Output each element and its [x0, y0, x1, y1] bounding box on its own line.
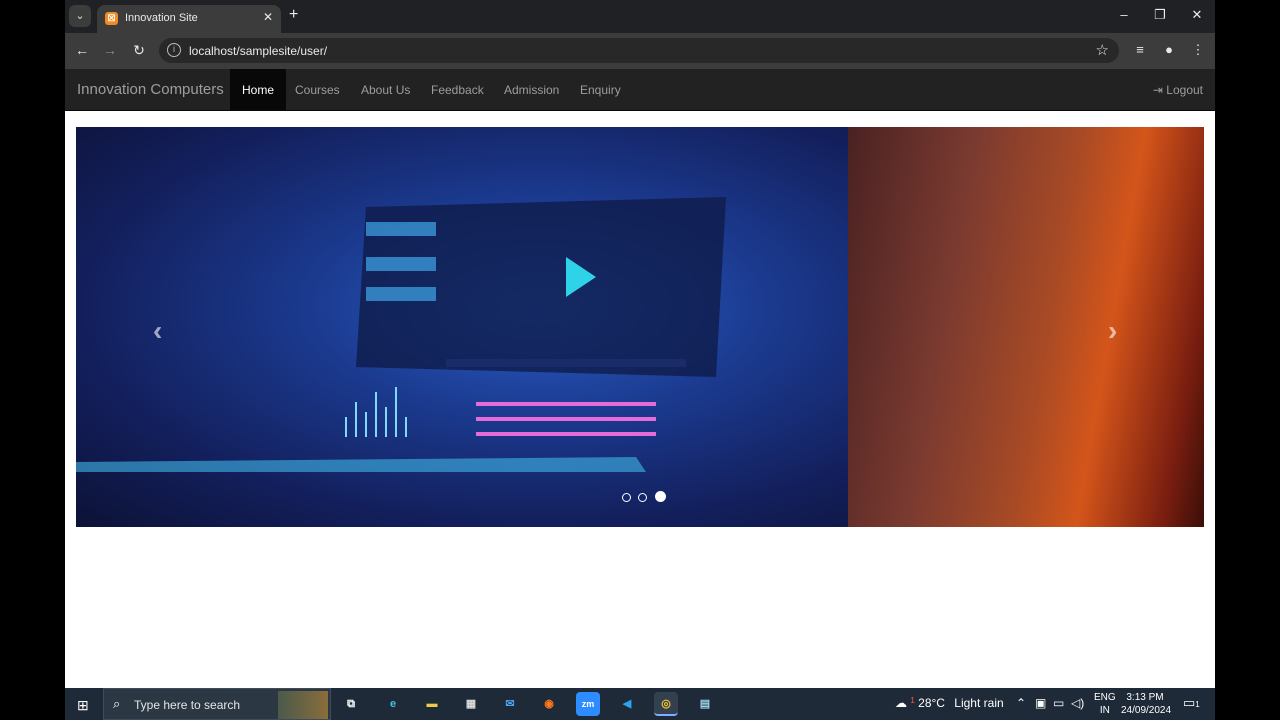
- logout-icon: ⇥: [1152, 83, 1167, 97]
- volume-icon[interactable]: ◁): [1071, 696, 1084, 710]
- task-view-icon[interactable]: ⧉: [339, 692, 363, 716]
- tech-illustration: [76, 197, 726, 472]
- carousel-indicator-2[interactable]: [638, 493, 648, 502]
- carousel-indicators: [622, 489, 669, 507]
- clock-time: 3:13 PM: [1126, 692, 1164, 703]
- tab-close-icon[interactable]: ✕: [263, 10, 273, 24]
- profile-icon[interactable]: ●: [1160, 42, 1178, 57]
- url-text[interactable]: localhost/samplesite/user/: [189, 44, 327, 58]
- site-navbar: Innovation Computers Home Courses About …: [65, 69, 1215, 111]
- nav-admission[interactable]: Admission: [492, 69, 571, 111]
- tab-title: Innovation Site: [125, 12, 198, 24]
- site-info-icon[interactable]: i: [167, 43, 181, 57]
- search-icon: ⌕: [113, 696, 121, 711]
- forward-icon[interactable]: →: [101, 42, 119, 58]
- xampp-icon: ☒: [105, 12, 118, 25]
- new-tab-icon[interactable]: +: [289, 6, 298, 24]
- clock-date: 24/09/2024: [1121, 705, 1172, 716]
- logout-link[interactable]: ⇥ Logout: [1153, 69, 1203, 111]
- carousel-slide-tech: [76, 127, 848, 527]
- windows-start-icon[interactable]: ⊞: [77, 697, 89, 714]
- weather-badge: 1: [910, 696, 915, 705]
- file-explorer-icon[interactable]: ▬: [420, 692, 444, 716]
- nav-courses[interactable]: Courses: [283, 69, 352, 111]
- carousel-slide-next-preview: [848, 127, 1204, 527]
- nav-feedback[interactable]: Feedback: [419, 69, 496, 111]
- tray-overflow-icon[interactable]: ⌃: [1016, 696, 1026, 710]
- menu-kebab-icon[interactable]: ⋮: [1189, 42, 1207, 58]
- reload-icon[interactable]: ↻: [130, 42, 148, 59]
- back-icon[interactable]: ←: [73, 42, 91, 58]
- nav-enquiry[interactable]: Enquiry: [568, 69, 633, 111]
- browser-toolbar: ← → ↻ i localhost/samplesite/user/ ☆ ≡ ●…: [65, 33, 1215, 69]
- nav-home[interactable]: Home: [230, 69, 287, 111]
- nav-about-us[interactable]: About Us: [349, 69, 422, 111]
- search-highlight-image: [278, 691, 328, 719]
- microsoft-store-icon[interactable]: ▦: [459, 692, 483, 716]
- weather-cloud-icon: ☁: [895, 696, 907, 710]
- lang-region: IN: [1099, 705, 1110, 716]
- language-indicator[interactable]: ENG IN: [1094, 691, 1116, 717]
- window-close-icon[interactable]: ✕: [1187, 7, 1207, 23]
- edge-icon[interactable]: e: [381, 692, 405, 716]
- bookmark-star-icon[interactable]: ☆: [1096, 41, 1109, 59]
- chevron-left-icon[interactable]: ‹: [153, 315, 162, 347]
- browser-window: ⌄ ☒ Innovation Site ✕ + – ❐ ✕ ← → ↻ i lo…: [65, 0, 1215, 688]
- mail-icon[interactable]: ✉: [498, 692, 522, 716]
- chevron-right-icon[interactable]: ›: [1108, 315, 1117, 347]
- tab-strip: ⌄ ☒ Innovation Site ✕ + – ❐ ✕: [65, 0, 1215, 33]
- notification-icon[interactable]: ▭1: [1183, 695, 1200, 711]
- taskbar-clock[interactable]: 3:13 PM 24/09/2024: [1121, 691, 1172, 717]
- weather-temp: 28°C: [918, 696, 945, 710]
- zoom-icon[interactable]: zm: [576, 692, 600, 716]
- lang-code: ENG: [1094, 692, 1116, 703]
- restore-icon[interactable]: ❐: [1150, 7, 1170, 23]
- notepad-icon[interactable]: ▤: [693, 692, 717, 716]
- address-bar[interactable]: i localhost/samplesite/user/ ☆: [159, 38, 1119, 63]
- carousel-indicator-1[interactable]: [622, 493, 631, 502]
- vscode-icon[interactable]: ◀: [615, 692, 639, 716]
- site-brand[interactable]: Innovation Computers: [77, 81, 224, 98]
- search-placeholder: Type here to search: [134, 698, 241, 712]
- image-carousel: ‹ ›: [76, 127, 1204, 527]
- weather-text: Light rain: [954, 696, 1004, 710]
- taskbar-search[interactable]: ⌕ Type here to search: [103, 688, 331, 720]
- weather-widget[interactable]: ☁ 1 28°C Light rain: [895, 696, 1004, 710]
- chrome-icon[interactable]: ◎: [654, 692, 678, 716]
- notification-count: 1: [1195, 700, 1200, 709]
- reading-list-icon[interactable]: ≡: [1131, 42, 1149, 57]
- minimize-icon[interactable]: –: [1114, 7, 1134, 22]
- firefox-icon[interactable]: ◉: [537, 692, 561, 716]
- meet-icon[interactable]: ▣: [1035, 696, 1046, 710]
- network-icon[interactable]: ▭: [1053, 696, 1064, 710]
- carousel-indicator-3[interactable]: [654, 491, 666, 502]
- tab-search-button[interactable]: ⌄: [69, 5, 91, 27]
- windows-taskbar: ⊞ ⌕ Type here to search ⧉ e ▬ ▦ ✉ ◉ zm ◀…: [65, 688, 1215, 720]
- logout-label: Logout: [1166, 83, 1203, 97]
- browser-tab[interactable]: ☒ Innovation Site ✕: [97, 5, 281, 33]
